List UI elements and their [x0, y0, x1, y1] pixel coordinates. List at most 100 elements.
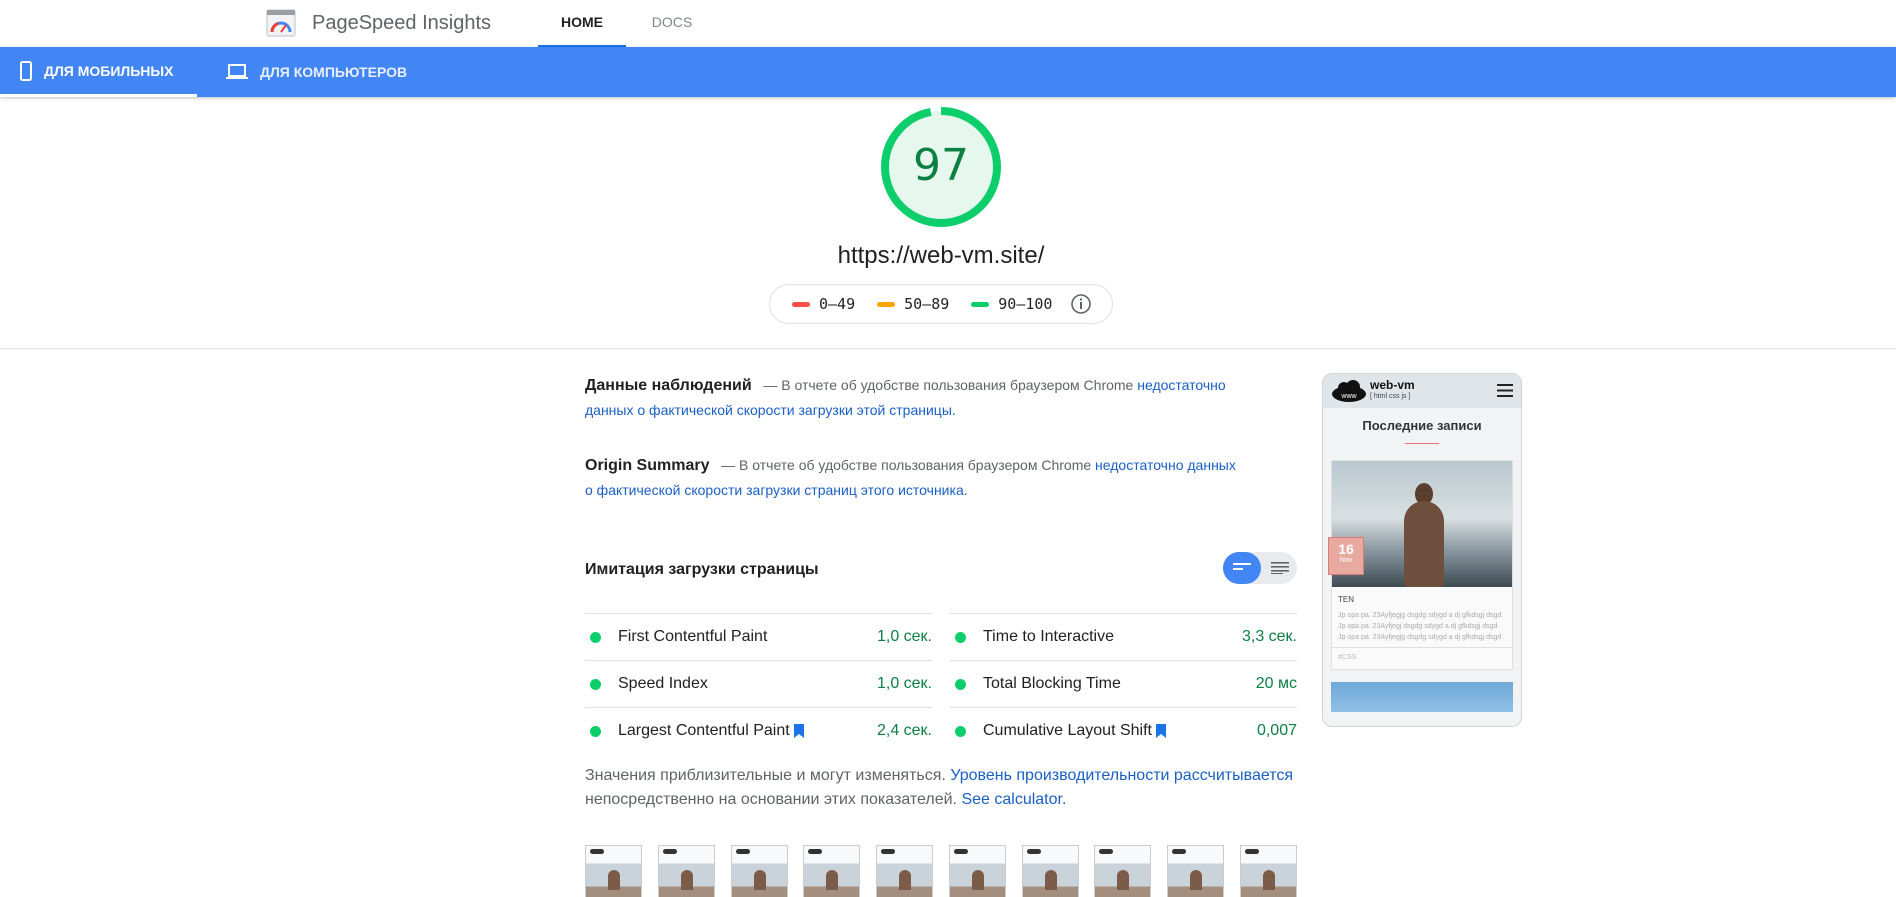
- metrics-note: Значения приблизительные и могут изменят…: [585, 764, 1297, 812]
- laptop-icon: [226, 64, 248, 79]
- filmstrip: [585, 845, 1297, 897]
- preview-post-title: TEN: [1338, 595, 1354, 604]
- metric-first-contentful-paint: First Contentful Paint 1,0 сек.: [585, 613, 932, 660]
- origin-summary-text: — В отчете об удобстве пользования брауз…: [721, 457, 1092, 473]
- tab-desktop[interactable]: ДЛЯ КОМПЬЮТЕРОВ: [222, 47, 407, 97]
- metric-value: 1,0 сек.: [876, 628, 932, 645]
- legend-average-label: 50–89: [904, 295, 950, 313]
- metric-speed-index: Speed Index 1,0 сек.: [585, 660, 932, 707]
- metric-name: First Contentful Paint: [618, 628, 768, 645]
- metrics-view-toggle[interactable]: [1223, 552, 1297, 584]
- preview-heading: Последние записи: [1362, 418, 1482, 433]
- legend-average-swatch: [877, 301, 896, 307]
- core-web-vital-bookmark-icon[interactable]: [793, 724, 804, 738]
- preview-site-sub: [ html css js ]: [1370, 393, 1411, 400]
- expanded-view-button[interactable]: [1263, 552, 1297, 584]
- legend-pass: 90–100: [971, 295, 1052, 313]
- metric-value: 20 мс: [1255, 675, 1297, 692]
- legend-average: 50–89: [877, 295, 949, 313]
- field-data-title: Данные наблюдений: [585, 377, 752, 394]
- filmstrip-frame: [1239, 845, 1297, 897]
- preview-image-figure: [1404, 501, 1444, 587]
- nav-tab-home[interactable]: HOME: [538, 0, 626, 47]
- preview-post-tag: #CSS: [1332, 647, 1512, 669]
- tab-mobile[interactable]: ДЛЯ МОБИЛЬНЫХ: [0, 47, 197, 97]
- brand[interactable]: PageSpeed Insights: [266, 9, 491, 37]
- metric-name: Total Blocking Time: [983, 675, 1121, 692]
- tab-mobile-label: ДЛЯ МОБИЛЬНЫХ: [44, 62, 174, 79]
- note-text-2: непосредственно на основании этих показа…: [585, 791, 957, 808]
- metric-name: Largest Contentful Paint: [618, 722, 790, 739]
- logo-text: www: [1340, 393, 1357, 400]
- filmstrip-frame: [803, 845, 861, 897]
- score-legend: 0–49 50–89 90–100: [769, 284, 1113, 324]
- hamburger-menu-icon: [1497, 384, 1513, 397]
- field-data-section: Данные наблюдений — В отчете об удобстве…: [585, 373, 1241, 422]
- final-screenshot-preview: www web-vm [ html css js ] Последние зап…: [1322, 373, 1522, 727]
- preview-next-post-image: [1331, 682, 1513, 712]
- metric-largest-contentful-paint: Largest Contentful Paint 2,4 сек.: [585, 707, 932, 754]
- filmstrip-frame: [585, 845, 642, 897]
- metric-value: 1,0 сек.: [876, 675, 932, 692]
- metric-value: 2,4 сек.: [876, 722, 932, 739]
- preview-post-card: 16 Nov TEN Jp opa pa. 23Ayfjegjg dsgdg s…: [1328, 460, 1513, 670]
- filmstrip-frame: [948, 845, 1006, 897]
- core-web-vital-bookmark-icon[interactable]: [1155, 724, 1166, 738]
- legend-fail-label: 0–49: [819, 295, 856, 313]
- top-header: PageSpeed Insights HOME DOCS: [0, 0, 1896, 47]
- preview-date-day: 16: [1338, 541, 1354, 557]
- metric-name: Time to Interactive: [983, 628, 1115, 645]
- preview-post-excerpt: Jp opa pa. 23Ayfjegjg dsgdg sdygd a dj g…: [1338, 612, 1504, 641]
- filmstrip-frame: [1021, 845, 1079, 897]
- metric-value: 0,007: [1256, 722, 1297, 739]
- calculator-link[interactable]: See calculator.: [961, 791, 1066, 808]
- metric-time-to-interactive: Time to Interactive 3,3 сек.: [950, 613, 1297, 660]
- pass-dot-icon: [590, 678, 601, 690]
- compact-view-button[interactable]: [1223, 552, 1261, 584]
- cloud-logo-icon: www: [1332, 380, 1366, 402]
- nav-tab-docs[interactable]: DOCS: [640, 0, 704, 47]
- page-url: https://web-vm.site/: [837, 242, 1045, 269]
- filmstrip-frame: [876, 845, 934, 897]
- score-calculation-link[interactable]: Уровень производительности рассчитываетс…: [950, 767, 1293, 784]
- metric-total-blocking-time: Total Blocking Time 20 мс: [950, 660, 1297, 707]
- metric-name: Cumulative Layout Shift: [983, 722, 1152, 739]
- preview-site-name: web-vm: [1370, 378, 1415, 392]
- preview-site-header: www web-vm [ html css js ]: [1323, 374, 1521, 408]
- filmstrip-frame: [1094, 845, 1152, 897]
- section-divider: [0, 348, 1896, 349]
- pass-dot-icon: [955, 725, 966, 737]
- legend-pass-label: 90–100: [998, 295, 1053, 313]
- legend-pass-swatch: [971, 301, 990, 307]
- info-icon[interactable]: [1070, 293, 1092, 315]
- expanded-list-icon: [1271, 562, 1289, 574]
- pass-dot-icon: [590, 631, 601, 643]
- performance-score: 97: [913, 140, 969, 191]
- filmstrip-frame: [730, 845, 788, 897]
- legend-fail: 0–49: [792, 295, 855, 313]
- compact-list-icon: [1233, 563, 1251, 570]
- pass-dot-icon: [590, 725, 601, 737]
- origin-summary-title: Origin Summary: [585, 457, 710, 474]
- pass-dot-icon: [955, 678, 966, 690]
- field-data-text: — В отчете об удобстве пользования брауз…: [763, 377, 1134, 393]
- filmstrip-frame: [1167, 845, 1225, 897]
- pass-dot-icon: [955, 631, 966, 643]
- metric-value: 3,3 сек.: [1241, 628, 1297, 645]
- origin-summary-section: Origin Summary — В отчете об удобстве по…: [585, 453, 1241, 502]
- device-tab-bar: ДЛЯ МОБИЛЬНЫХ ДЛЯ КОМПЬЮТЕРОВ: [0, 47, 1896, 97]
- legend-fail-swatch: [792, 301, 810, 307]
- filmstrip-frame: [657, 845, 715, 897]
- pagespeed-logo-icon: [266, 9, 296, 37]
- preview-brand: web-vm [ html css js ]: [1370, 378, 1415, 402]
- note-text-1: Значения приблизительные и могут изменят…: [585, 767, 946, 784]
- preview-post-date: 16 Nov: [1328, 537, 1364, 575]
- metric-cumulative-layout-shift: Cumulative Layout Shift 0,007: [950, 707, 1297, 754]
- preview-date-month: Nov: [1339, 557, 1353, 564]
- app-name: PageSpeed Insights: [312, 11, 492, 34]
- tab-desktop-label: ДЛЯ КОМПЬЮТЕРОВ: [260, 64, 408, 80]
- smartphone-icon: [20, 60, 32, 81]
- metric-name: Speed Index: [618, 675, 708, 692]
- preview-heading-underline: [1405, 443, 1439, 444]
- lab-data-title: Имитация загрузки страницы: [585, 561, 819, 578]
